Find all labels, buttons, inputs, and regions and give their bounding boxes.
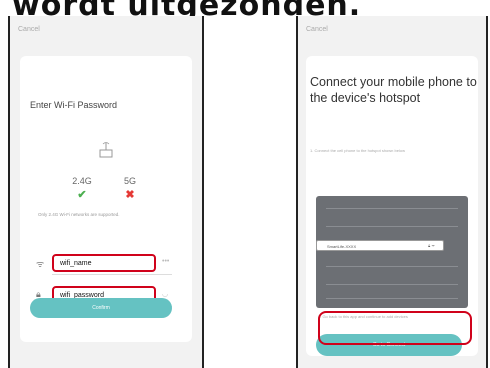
band-24g: 2.4G ✔ [64,176,100,201]
band-label: 2.4G [72,176,92,186]
wifi-icon: ᯤ [36,259,45,269]
band-5g: 5G ✖ [112,176,148,201]
step-1-text: 1. Connect the cell phone to the hotspot… [310,148,405,153]
toggle-visibility-icon[interactable]: ◡ [162,290,168,298]
wifi-name-row: ᯤ wifi_name ••• [30,254,186,275]
page-title: Enter Wi-Fi Password [30,100,118,110]
wifi-settings-illustration [316,196,468,308]
switch-network-button[interactable]: ••• [162,258,169,265]
wifi-lock-icon: 🔒︎ ᯤ [428,243,435,248]
divider [52,274,172,275]
band-note: Only 2.4G Wi-Fi networks are supported. [38,212,120,217]
hotspot-name: SmartLife-XXXX [327,244,357,249]
cancel-button[interactable]: Cancel [306,26,328,33]
check-icon: ✔ [77,189,87,201]
cancel-button[interactable]: Cancel [18,26,40,33]
divider [326,284,458,285]
cross-icon: ✖ [125,189,135,201]
phone-screen-wifi-password: Cancel Enter Wi-Fi Password 2.4G ✔ 5G ✖ … [8,16,204,368]
wifi-name-input[interactable]: wifi_name [52,254,156,272]
band-label: 5G [123,176,136,186]
divider [326,226,458,227]
divider [326,208,458,209]
page-title: Connect your mobile phone to the device'… [310,75,477,105]
hotspot-network-row: SmartLife-XXXX 🔒︎ ᯤ [316,240,444,251]
divider [326,266,458,267]
confirm-button[interactable]: Confirm [30,298,172,318]
connect-highlight [318,311,472,345]
router-icon [99,142,113,158]
divider [326,298,458,299]
